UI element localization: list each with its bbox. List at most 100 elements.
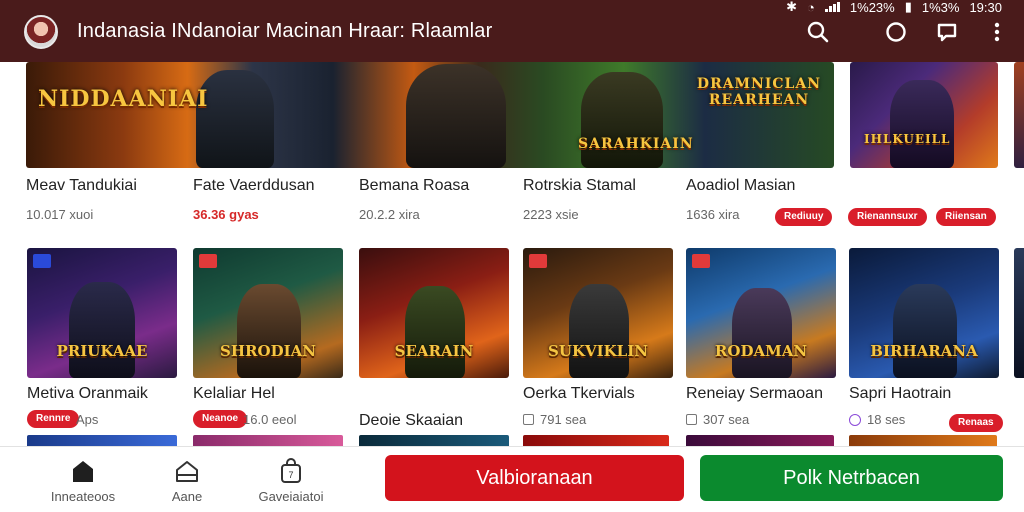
wifi-icon: ◔ — [807, 0, 815, 15]
thumbnail-logo-text: PRIUKAAE — [56, 342, 148, 360]
status-left-text: 1%23% — [849, 0, 895, 15]
shopping-bag-icon: 7 — [281, 458, 301, 483]
thumbnail-logo-text: RODAMAN — [714, 342, 808, 360]
featured-title[interactable]: Fate Vaerddusan — [193, 177, 315, 195]
status-badge: Neanoe — [193, 410, 248, 428]
game-thumbnail[interactable]: SUKVIKLIN — [523, 248, 673, 378]
nav-item-store[interactable]: Aane — [142, 457, 232, 504]
clock-icon — [849, 414, 861, 426]
thumbnail-badge — [33, 254, 51, 268]
game-thumbnail[interactable]: RODAMAN — [686, 248, 836, 378]
status-bar: ✱ ◔ 1%23% ▮ 1%3% 19:30 — [694, 0, 1024, 15]
featured-banner-peek[interactable] — [1014, 62, 1024, 168]
app-screen: ✱ ◔ 1%23% ▮ 1%3% 19:30 Indanasia INdanoi… — [0, 0, 1024, 512]
featured-banner[interactable]: NIDDAANIAI SARAHKIAIN DRAMNICLAN REARHEA… — [26, 62, 834, 168]
banner-logo-text: SARAHKIAIN — [578, 136, 694, 152]
profile-avatar[interactable] — [24, 15, 58, 49]
thumbnail-logo-text: SUKVIKLIN — [548, 342, 648, 360]
primary-action-button[interactable]: Valbioranaan — [385, 455, 684, 501]
thumbnail-logo-text: SHRODIAN — [220, 342, 316, 360]
next-row-thumbnail[interactable] — [27, 435, 177, 446]
game-title[interactable]: Deoie Skaaian — [359, 412, 463, 430]
status-badge: Renaas — [949, 414, 1003, 432]
banner-character — [406, 64, 506, 168]
banner-logo-text: IHLKUEILL — [864, 132, 951, 146]
game-meta: 307 sea — [686, 412, 749, 427]
featured-title[interactable]: Aoadiol Masian — [686, 177, 795, 195]
thumbnail-character — [237, 284, 301, 378]
game-meta: Aps — [76, 412, 99, 427]
thumbnail-character — [69, 282, 135, 378]
featured-title[interactable]: Bemana Roasa — [359, 177, 469, 195]
download-icon — [523, 414, 534, 425]
game-thumbnail[interactable]: PRIUKAAE — [27, 248, 177, 378]
nav-item-home[interactable]: Inneateoos — [38, 457, 128, 504]
search-icon[interactable] — [805, 19, 831, 45]
featured-banner-side[interactable]: IHLKUEILL — [850, 62, 998, 168]
bottom-navigation: Inneateoos Aane 7 Gaveiaiatoi Valbiorana… — [0, 446, 1024, 512]
nav-label: Inneateoos — [50, 489, 116, 504]
svg-text:7: 7 — [288, 470, 293, 480]
status-badge: Riiensan — [936, 208, 996, 226]
next-row-thumbnail[interactable] — [686, 435, 834, 446]
nav-label: Gaveiaiatoi — [258, 489, 324, 504]
thumbnail-character — [893, 284, 957, 378]
status-middle-text: 1%3% — [921, 0, 960, 15]
next-row-thumbnail[interactable] — [193, 435, 343, 446]
content-area[interactable]: NIDDAANIAI SARAHKIAIN DRAMNICLAN REARHEA… — [0, 62, 1024, 446]
game-title[interactable]: Oerka Tkervials — [523, 385, 635, 403]
banner-character — [581, 72, 663, 168]
status-clock: 19:30 — [969, 0, 1002, 15]
store-icon — [176, 461, 198, 482]
nav-label: Aane — [171, 489, 203, 504]
secondary-action-button[interactable]: Polk Netrbacen — [700, 455, 1003, 501]
status-badge: Rennre — [27, 410, 80, 428]
featured-meta: 36.36 gyas — [193, 207, 259, 222]
thumbnail-character — [569, 284, 629, 378]
banner-character — [196, 70, 274, 168]
game-meta-value: 18 ses — [867, 412, 906, 427]
featured-title[interactable]: Meav Tandukiai — [26, 177, 137, 195]
featured-meta: 10.017 xuoi — [26, 207, 94, 222]
app-title: Indanasia INdanoiar Macinan Hraar: Rlaam… — [77, 20, 493, 42]
featured-meta: 2223 xsie — [523, 207, 579, 222]
thumbnail-logo-text: BIRHARANA — [870, 342, 978, 360]
nav-item-bag[interactable]: 7 Gaveiaiatoi — [246, 457, 336, 504]
thumbnail-badge — [692, 254, 710, 268]
game-meta: 791 sea — [523, 412, 586, 427]
thumbnail-logo-text: SEARAIN — [394, 342, 474, 360]
game-meta-value: 791 sea — [540, 412, 587, 427]
chat-icon[interactable] — [934, 19, 960, 45]
game-thumbnail-peek[interactable] — [1014, 248, 1024, 378]
thumbnail-character — [732, 288, 792, 378]
banner-character — [890, 80, 954, 168]
game-meta: 18 ses — [849, 412, 905, 427]
status-badge: Rediuuy — [775, 208, 833, 226]
game-title[interactable]: Sapri Haotrain — [849, 385, 951, 403]
featured-title[interactable]: Rotrskia Stamal — [523, 177, 636, 195]
next-row-thumbnail[interactable] — [523, 435, 669, 446]
next-row-thumbnail[interactable] — [849, 435, 997, 446]
banner-logo-text: DRAMNICLAN REARHEAN — [696, 76, 822, 108]
thumbnail-badge — [529, 254, 547, 268]
signal-icon — [824, 2, 840, 12]
battery-icon: ▮ — [904, 0, 912, 14]
game-thumbnail[interactable]: BIRHARANA — [849, 248, 999, 378]
game-title[interactable]: Reneiay Sermaoan — [686, 385, 823, 403]
featured-meta: 20.2.2 xira — [359, 207, 420, 222]
game-title[interactable]: Metiva Oranmaik — [27, 385, 148, 403]
game-thumbnail[interactable]: SEARAIN — [359, 248, 509, 378]
status-badge: Rienannsuxr — [848, 208, 927, 226]
circle-icon[interactable] — [883, 19, 909, 45]
game-title[interactable]: Kelaliar Hel — [193, 385, 275, 403]
home-icon — [73, 461, 93, 482]
game-meta-value: 307 sea — [703, 412, 750, 427]
featured-meta: 1636 xira — [686, 207, 740, 222]
next-row-thumbnail[interactable] — [359, 435, 509, 446]
thumbnail-badge — [199, 254, 217, 268]
thumbnail-character — [405, 286, 465, 378]
banner-logo-text: NIDDAANIAI — [38, 86, 209, 112]
more-vert-icon[interactable] — [984, 19, 1010, 45]
game-thumbnail[interactable]: SHRODIAN — [193, 248, 343, 378]
bluetooth-icon: ✱ — [786, 0, 798, 14]
